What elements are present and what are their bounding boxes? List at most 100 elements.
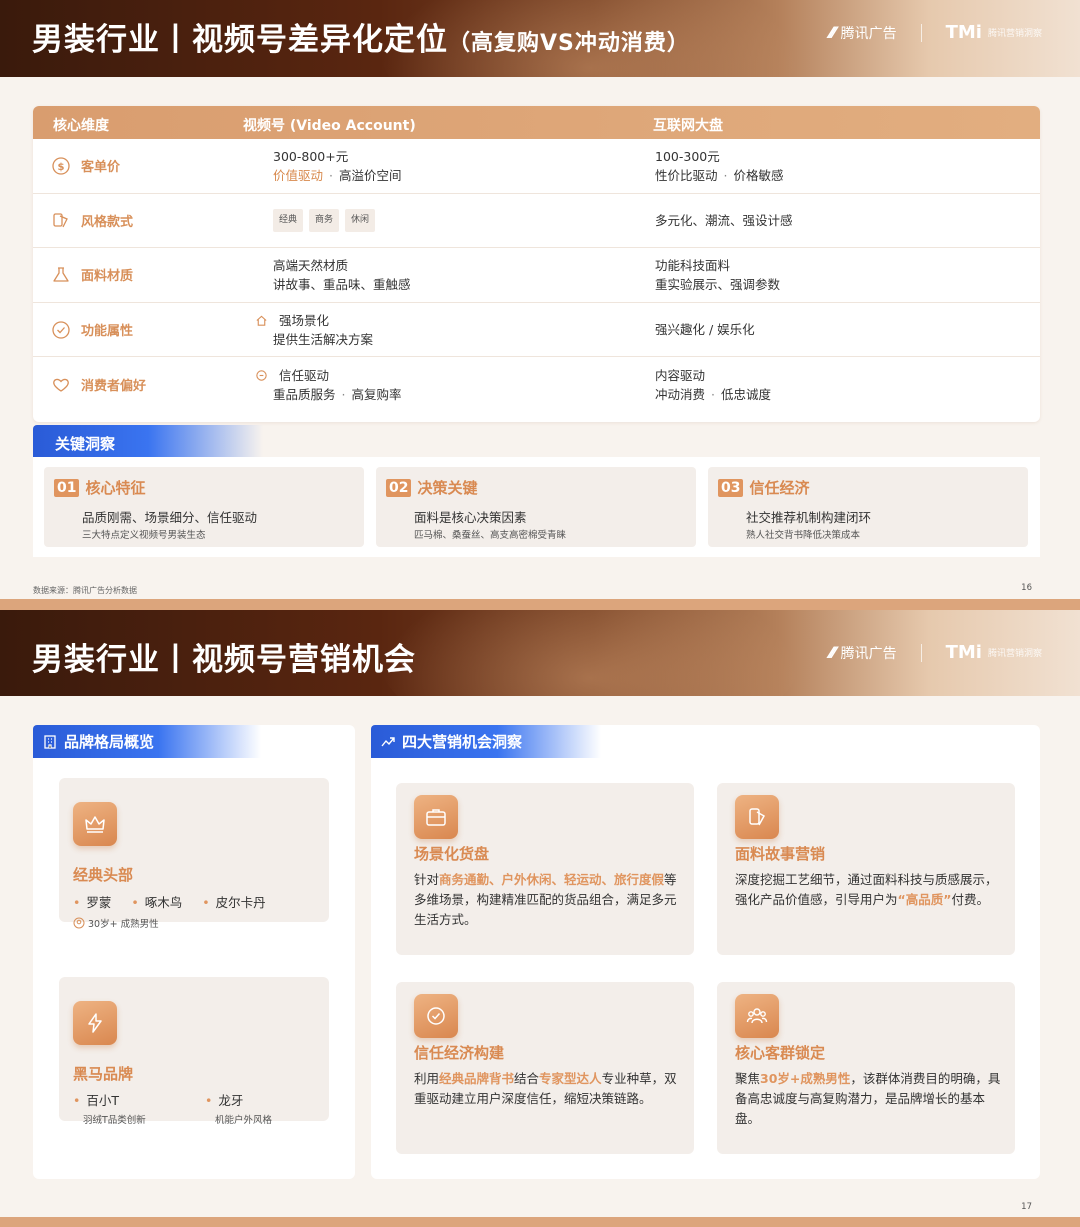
key-insight-label: 关键洞察 [33,425,263,458]
comparison-table: 核心维度 视频号 (Video Account) 互联网大盘 $ 客单价 300… [33,106,1040,422]
style-icon [53,213,68,228]
opportunity-text: 利用经典品牌背书结合专家型达人专业种草，双重驱动建立用户深度信任，缩短决策链路。 [414,1071,677,1106]
opportunity-text: 针对商务通勤、户外休闲、轻运动、旅行度假等多维场景，构建精准匹配的货品组合，满足… [414,872,677,927]
building-icon [44,734,56,749]
briefcase-icon-tile [414,795,458,839]
opportunities-label: 四大营销机会洞察 [371,725,601,758]
slide-16: 男装行业丨视频号差异化定位（高复购VS冲动消费） ⁄⁄⁄ 腾讯广告 TMi 腾讯… [0,0,1080,599]
page-number: 17 [1021,1202,1032,1212]
slide-header: 男装行业丨视频号差异化定位（高复购VS冲动消费） ⁄⁄⁄ 腾讯广告 TMi 腾讯… [0,0,1080,77]
data-source: 数据来源：腾讯广告分析数据 [33,586,137,595]
briefcase-icon [426,809,446,826]
crown-icon-tile [73,802,117,846]
slide-subtitle: （高复购VS冲动消费） [448,31,690,56]
classic-note: 30岁+ 成熟男性 [73,916,159,930]
darkhorse-title: 黑马品牌 [73,1065,134,1083]
row-dimension: 面料材质 [51,248,133,302]
opportunity-card: 面料故事营销 深度挖掘工艺细节，通过面料科技与质感展示，强化产品价值感，引导用户… [717,783,1015,955]
classic-title: 经典头部 [73,866,134,884]
clock-icon [256,369,267,381]
brand-landscape-panel: 品牌格局概览 经典头部 罗蒙 啄木鸟 皮尔卡丹 30岁+ 成熟男性 黑马品牌 [33,725,355,1179]
darkhorse-brand: 龙牙 机能户外风格 [205,1090,272,1126]
slide-bottom-band [0,1217,1080,1227]
home-icon [256,315,267,326]
table-row: 功能属性 强场景化 提供生活解决方案 强兴趣化 / 娱乐化 [33,303,1040,358]
marketing-opportunities-panel: 四大营销机会洞察 场景化货盘 针对商务通勤、户外休闲、轻运动、旅行度假等多维场景… [371,725,1040,1179]
row-dimension: 风格款式 [51,194,133,248]
video-cell: 300-800+元 价值驱动 · 高溢价空间 [273,148,402,183]
video-cell: 高端天然材质 讲故事、重品味、重触感 [273,257,411,292]
darkhorse-brand: 百小T 羽绒T品类创新 [73,1090,146,1126]
tencent-ads-mark-icon: ⁄⁄⁄ [829,23,836,42]
flask-icon [53,267,69,282]
insight-title: 信任经济 [749,479,810,497]
logo-divider [920,643,922,662]
slide-title: 男装行业丨视频号营销机会 [32,642,416,678]
logo-group: ⁄⁄⁄ 腾讯广告 TMi 腾讯营销洞察 [830,642,1042,663]
insight-sub: 匹马棉、桑蚕丝、高支高密棉受青睐 [414,530,567,541]
opportunity-title: 信任经济构建 [414,1044,505,1062]
svg-text:$: $ [58,162,65,173]
internet-cell: 强兴趣化 / 娱乐化 [655,322,755,338]
tencent-ads-logo: ⁄⁄⁄ 腾讯广告 [829,643,897,662]
tmi-logo: TMi 腾讯营销洞察 [945,22,1042,43]
header-dimension: 核心维度 [53,118,109,134]
slide-17: 男装行业丨视频号营销机会 ⁄⁄⁄ 腾讯广告 TMi 腾讯营销洞察 品牌格局概览 … [0,610,1080,1217]
table-row: 面料材质 高端天然材质 讲故事、重品味、重触感 功能科技面料 重实验展示、强调参… [33,248,1040,303]
slide-title: 男装行业丨视频号差异化定位（高复购VS冲动消费） [32,22,690,58]
table-row: 消费者偏好 信任驱动 重品质服务 · 高复购率 内容驱动 冲动消费 · 低忠诚度 [33,357,1040,412]
brand-name: 啄木鸟 [131,892,183,911]
brand-name: 皮尔卡丹 [202,892,266,911]
row-dimension: $ 客单价 [51,139,120,193]
tencent-ads-logo: ⁄⁄⁄ 腾讯广告 [829,23,897,42]
internet-cell: 内容驱动 冲动消费 · 低忠诚度 [655,367,772,402]
insight-card: 01 核心特征 品质刚需、场景细分、信任驱动 三大特点定义视频号男装生态 [44,467,364,547]
opportunity-card: 信任经济构建 利用经典品牌背书结合专家型达人专业种草，双重驱动建立用户深度信任，… [396,982,694,1154]
insight-title: 核心特征 [85,479,146,497]
trend-up-icon [381,736,395,746]
fabric-icon-tile [735,795,779,839]
tag: 休闲 [345,208,376,232]
insight-card: 02 决策关键 面料是核心决策因素 匹马棉、桑蚕丝、高支高密棉受青睐 [376,467,696,547]
check-circle-icon [427,1007,445,1025]
opportunity-text: 聚焦30岁+成熟男性，该群体消费目的明确，具备高忠诚度与高复购潜力，是品牌增长的… [735,1071,1001,1126]
lightning-icon [88,1013,102,1033]
video-cell: 强场景化 提供生活解决方案 [256,303,373,357]
user-circle-icon [73,917,85,929]
opportunity-title: 核心客群锁定 [735,1044,826,1062]
insight-card: 03 信任经济 社交推荐机制构建闭环 熟人社交背书降低决策成本 [708,467,1028,547]
tencent-ads-mark-icon: ⁄⁄⁄ [829,643,836,662]
users-icon-tile [735,994,779,1038]
users-icon [746,1008,768,1024]
insight-main: 品质刚需、场景细分、信任驱动 [82,510,258,525]
check-circle-icon [52,320,70,339]
header-internet: 互联网大盘 [653,118,723,134]
table-row: $ 客单价 300-800+元 价值驱动 · 高溢价空间 100-300元 性价比驱… [33,139,1040,194]
logo-group: ⁄⁄⁄ 腾讯广告 TMi 腾讯营销洞察 [830,22,1042,43]
tag: 经典 [273,208,304,232]
insight-area: 01 核心特征 品质刚需、场景细分、信任驱动 三大特点定义视频号男装生态 02 决策… [33,457,1040,557]
crown-icon [85,816,105,833]
video-cell: 经典 商务 休闲 [273,194,376,248]
insight-main: 社交推荐机制构建闭环 [746,510,872,525]
insight-sub: 三大特点定义视频号男装生态 [82,530,206,541]
opportunity-card: 核心客群锁定 聚焦30岁+成熟男性，该群体消费目的明确，具备高忠诚度与高复购潜力… [717,982,1015,1154]
internet-cell: 100-300元 性价比驱动 · 价格敏感 [655,148,784,183]
brand-landscape-label: 品牌格局概览 [33,725,261,758]
lightning-icon-tile [73,1001,117,1045]
dollar-icon: $ [52,157,70,175]
internet-cell: 功能科技面料 重实验展示、强调参数 [655,257,781,292]
classic-brand-list: 罗蒙 啄木鸟 皮尔卡丹 [73,892,266,911]
brand-name: 罗蒙 [73,892,111,911]
tag: 商务 [309,208,340,232]
row-dimension: 消费者偏好 [51,357,146,412]
slide-divider [0,599,1080,610]
check-icon-tile [414,994,458,1038]
opportunity-title: 面料故事营销 [735,845,826,863]
video-cell: 信任驱动 重品质服务 · 高复购率 [256,357,402,412]
number-badge: 02 [386,478,412,497]
heart-icon [53,378,69,392]
table-row: 风格款式 经典 商务 休闲 多元化、潮流、强设计感 [33,194,1040,249]
header-video-account: 视频号 (Video Account) [243,118,416,134]
classic-brand-card: 经典头部 罗蒙 啄木鸟 皮尔卡丹 30岁+ 成熟男性 [59,778,329,930]
